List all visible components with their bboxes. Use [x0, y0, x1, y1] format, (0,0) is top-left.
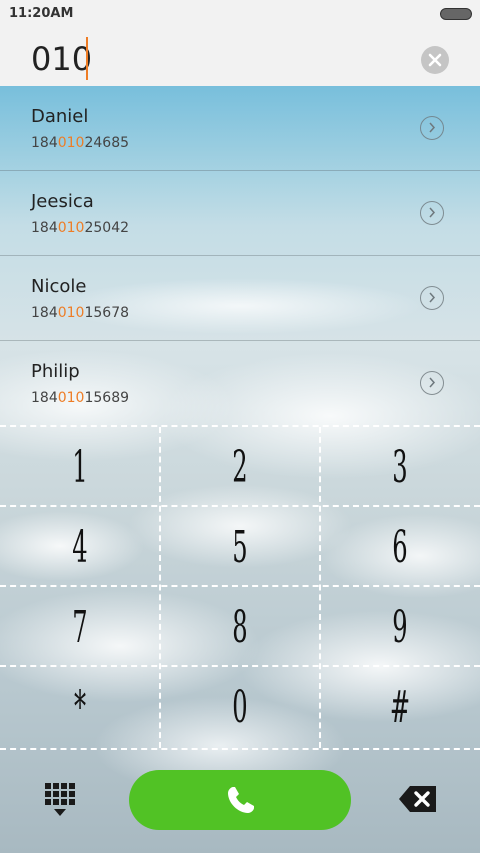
key-0[interactable]: 0 — [196, 667, 284, 747]
chevron-right-icon — [429, 122, 436, 133]
contact-name: Nicole — [31, 276, 87, 297]
number-match-highlight: 010 — [57, 135, 85, 151]
contact-row[interactable]: Daniel 18401024685 — [0, 86, 480, 171]
clear-input-button[interactable] — [421, 46, 449, 74]
close-icon — [428, 53, 442, 67]
number-match-highlight: 010 — [57, 390, 85, 406]
key-star[interactable]: * — [36, 667, 124, 747]
number-match-highlight: 010 — [57, 220, 85, 236]
dial-keypad: 1 2 3 4 5 6 7 8 9 * 0 # — [0, 425, 480, 750]
chevron-right-icon — [429, 292, 436, 303]
battery-icon — [440, 8, 472, 20]
key-9[interactable]: 9 — [356, 587, 444, 667]
key-5[interactable]: 5 — [196, 507, 284, 587]
chevron-right-icon — [429, 207, 436, 218]
key-hash[interactable]: # — [356, 667, 444, 747]
contact-number: 18401015678 — [31, 305, 130, 321]
key-8[interactable]: 8 — [196, 587, 284, 667]
contact-number: 18401024685 — [31, 135, 130, 151]
call-button[interactable] — [129, 770, 351, 830]
dial-input-bar: 010 — [0, 28, 480, 86]
contact-detail-button[interactable] — [420, 371, 444, 395]
contact-detail-button[interactable] — [420, 201, 444, 225]
keypad-divider — [159, 427, 161, 748]
key-7[interactable]: 7 — [36, 587, 124, 667]
contact-row[interactable]: Jeesica 18401025042 — [0, 171, 480, 256]
contact-number: 18401015689 — [31, 390, 130, 406]
dial-input[interactable]: 010 — [31, 40, 92, 78]
key-4[interactable]: 4 — [36, 507, 124, 587]
backspace-button[interactable] — [398, 785, 438, 817]
contact-name: Jeesica — [31, 191, 94, 212]
number-match-highlight: 010 — [57, 305, 85, 321]
contact-detail-button[interactable] — [420, 286, 444, 310]
contact-row[interactable]: Nicole 18401015678 — [0, 256, 480, 341]
phone-icon — [228, 787, 254, 813]
contact-row[interactable]: Philip 18401015689 — [0, 341, 480, 425]
contact-detail-button[interactable] — [420, 116, 444, 140]
key-2[interactable]: 2 — [196, 427, 284, 507]
key-3[interactable]: 3 — [356, 427, 444, 507]
key-1[interactable]: 1 — [36, 427, 124, 507]
status-bar: 11:20AM — [0, 0, 480, 28]
keypad-divider — [319, 427, 321, 748]
status-time: 11:20AM — [9, 6, 74, 21]
key-6[interactable]: 6 — [356, 507, 444, 587]
contact-name: Daniel — [31, 106, 89, 127]
backspace-icon — [399, 786, 436, 812]
dialpad-toggle-button[interactable] — [45, 783, 75, 817]
dialpad-icon — [45, 783, 75, 816]
text-cursor — [86, 37, 88, 80]
contact-number: 18401025042 — [31, 220, 130, 236]
contact-suggestions: Daniel 18401024685 Jeesica 18401025042 N… — [0, 86, 480, 425]
contact-name: Philip — [31, 361, 80, 382]
chevron-right-icon — [429, 377, 436, 388]
